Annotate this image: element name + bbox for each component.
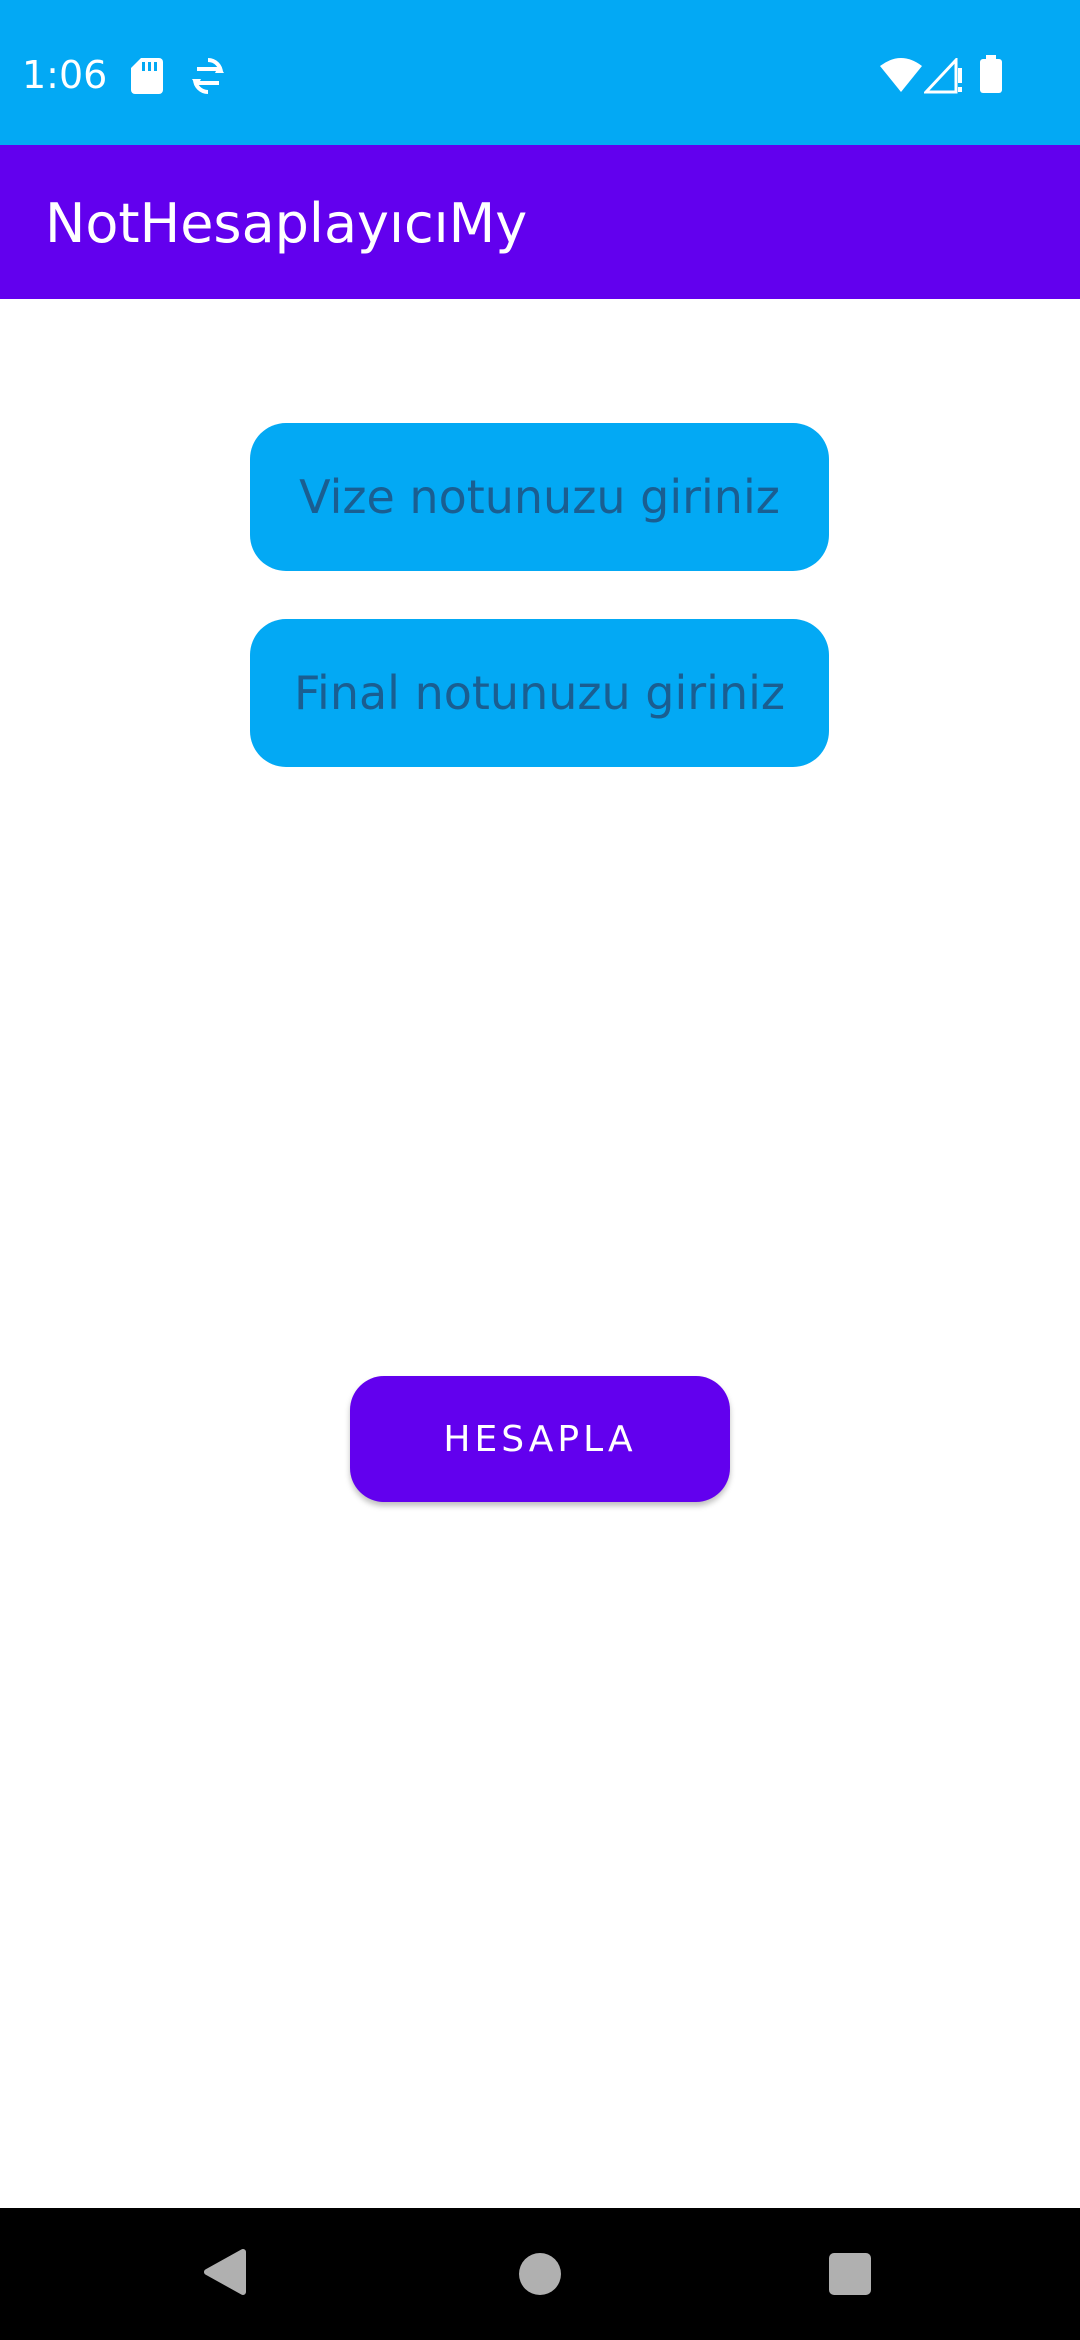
calculate-button[interactable]: HESAPLA <box>350 1376 730 1502</box>
back-icon[interactable] <box>203 2248 247 2296</box>
cellular-signal-icon <box>924 58 962 94</box>
midterm-grade-input[interactable] <box>250 423 829 571</box>
home-icon[interactable] <box>518 2252 562 2296</box>
app-title: NotHesaplayıcıMy <box>45 192 528 255</box>
status-time: 1:06 <box>22 53 108 97</box>
wifi-icon <box>880 58 922 92</box>
final-grade-input[interactable] <box>250 619 829 767</box>
status-bar: 1:06 <box>0 0 1080 145</box>
battery-icon <box>980 55 1002 93</box>
recents-icon[interactable] <box>829 2253 871 2295</box>
sd-card-icon <box>131 58 163 94</box>
sync-icon <box>192 58 224 94</box>
navigation-bar <box>0 2208 1080 2340</box>
